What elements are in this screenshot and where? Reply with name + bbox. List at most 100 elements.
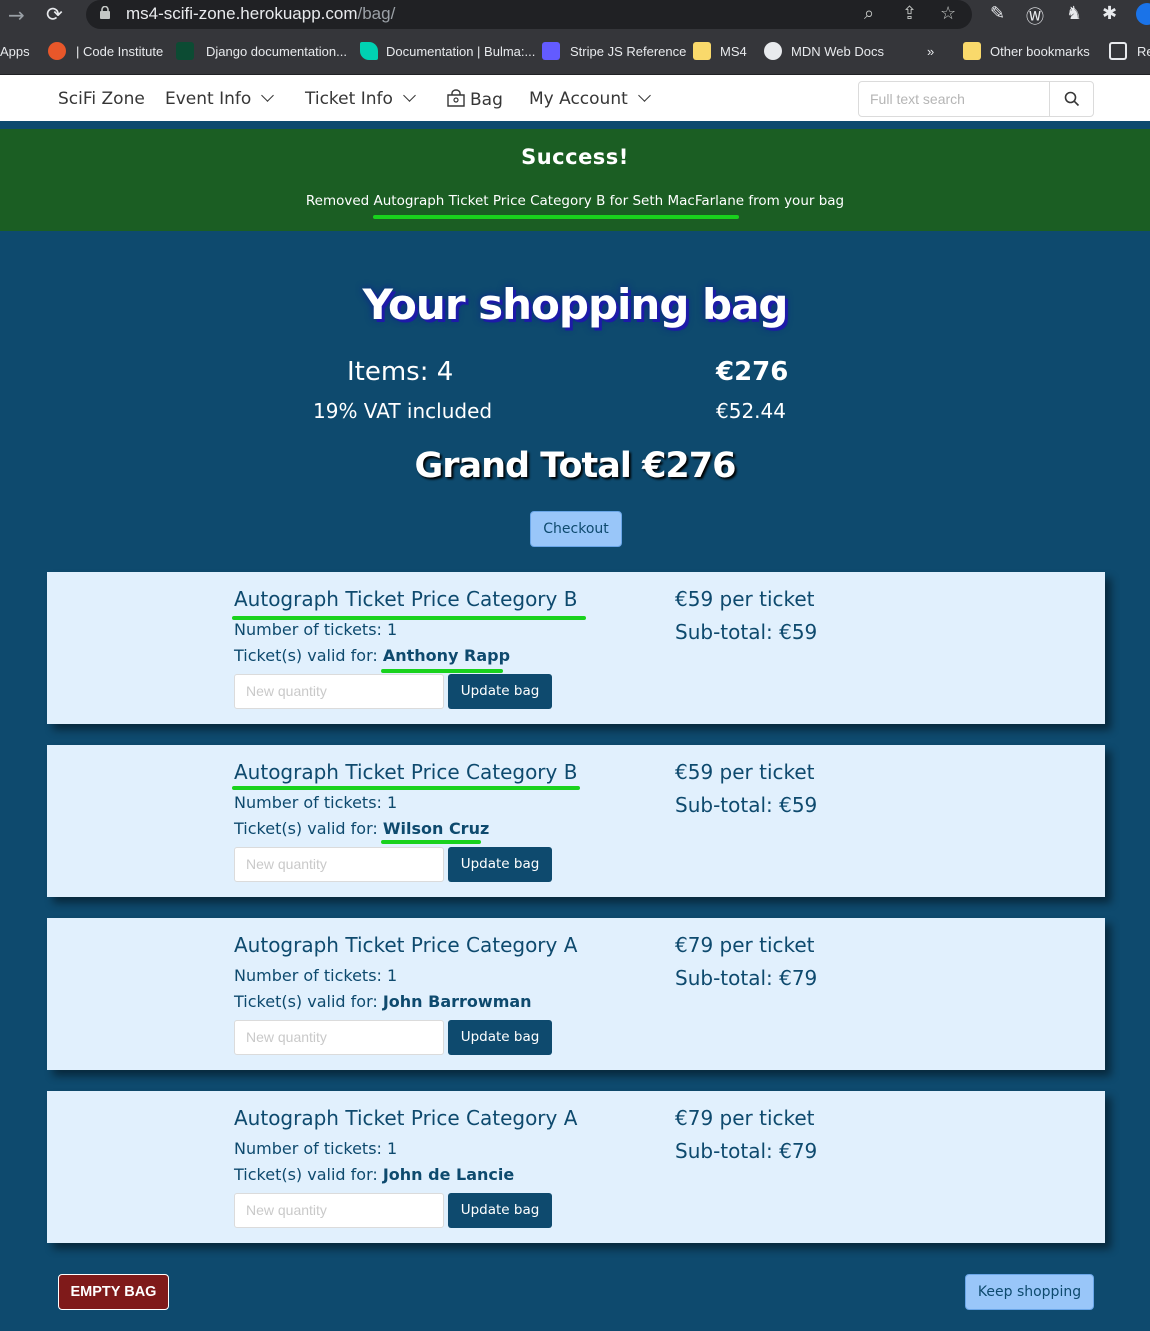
share-icon[interactable]: ⇪ bbox=[902, 3, 917, 24]
valid-for-label: Ticket(s) valid for: bbox=[234, 992, 383, 1011]
item-price-per-ticket: €59 per ticket bbox=[675, 587, 815, 611]
item-subtotal: Sub-total: €79 bbox=[675, 1139, 818, 1163]
nav-my-account[interactable]: My Account bbox=[529, 89, 651, 109]
item-valid-for: Ticket(s) valid for: John Barrowman bbox=[234, 992, 532, 1011]
update-bag-button[interactable]: Update bag bbox=[448, 1020, 552, 1055]
search-input[interactable]: Full text search bbox=[858, 81, 1050, 117]
bag-item-card: Autograph Ticket Price Category A Number… bbox=[47, 1091, 1105, 1243]
page-title: Your shopping bag bbox=[362, 280, 789, 329]
highlight-underline bbox=[381, 840, 481, 844]
bookmark-django[interactable]: Django documentation... bbox=[206, 44, 347, 59]
valid-for-name: Anthony Rapp bbox=[382, 646, 511, 665]
django-icon bbox=[176, 42, 194, 60]
bag-item-card: Autograph Ticket Price Category B Number… bbox=[47, 572, 1105, 724]
vat-label: 19% VAT included bbox=[313, 399, 493, 423]
update-bag-button[interactable]: Update bag bbox=[448, 1193, 552, 1228]
item-price-per-ticket: €59 per ticket bbox=[675, 760, 815, 784]
item-ticket-count: Number of tickets: 1 bbox=[234, 966, 398, 985]
profile-avatar[interactable] bbox=[1136, 3, 1150, 25]
highlight-underline bbox=[381, 669, 503, 673]
item-valid-for: Ticket(s) valid for: John de Lancie bbox=[234, 1165, 514, 1184]
item-price-per-ticket: €79 per ticket bbox=[675, 1106, 815, 1130]
reload-icon[interactable]: ⟳ bbox=[46, 2, 63, 26]
lock-icon bbox=[100, 6, 110, 19]
item-title: Autograph Ticket Price Category A bbox=[234, 933, 578, 957]
browser-toolbar: → ⟳ ms4-scifi-zone.herokuapp.com/bag/ ⌕ … bbox=[0, 0, 1150, 30]
chevron-down-icon bbox=[403, 89, 416, 102]
checkout-button[interactable]: Checkout bbox=[530, 511, 622, 547]
chevron-down-icon bbox=[261, 89, 275, 102]
valid-for-name: John Barrowman bbox=[382, 992, 532, 1011]
bookmark-other[interactable]: Other bookmarks bbox=[990, 44, 1090, 59]
vat-amount: €52.44 bbox=[716, 399, 786, 423]
extension-w-icon[interactable]: Ⓦ bbox=[1026, 3, 1044, 29]
quantity-input[interactable]: New quantity bbox=[234, 847, 444, 882]
zoom-icon[interactable]: ⌕ bbox=[864, 3, 874, 24]
item-title: Autograph Ticket Price Category B bbox=[234, 760, 578, 784]
url-host: ms4-scifi-zone.herokuapp.com bbox=[126, 4, 358, 23]
url-text: ms4-scifi-zone.herokuapp.com/bag/ bbox=[126, 4, 395, 24]
nav-bag-label: Bag bbox=[470, 90, 503, 110]
search-button[interactable] bbox=[1049, 81, 1094, 117]
code-institute-icon bbox=[48, 42, 66, 60]
extension-unicorn-icon[interactable]: ♞ bbox=[1066, 3, 1082, 24]
items-count: Items: 4 bbox=[347, 357, 454, 387]
shopping-bag-icon bbox=[447, 89, 465, 107]
bookmark-bulma[interactable]: Documentation | Bulma:... bbox=[386, 44, 535, 59]
highlight-underline bbox=[232, 786, 580, 790]
address-bar[interactable]: ms4-scifi-zone.herokuapp.com/bag/ ⌕ ⇪ ☆ bbox=[86, 0, 972, 29]
update-bag-button[interactable]: Update bag bbox=[448, 847, 552, 882]
highlight-underline bbox=[373, 215, 739, 219]
quantity-input[interactable]: New quantity bbox=[234, 1193, 444, 1228]
valid-for-name: Wilson Cruz bbox=[382, 819, 490, 838]
nav-event-info-label: Event Info bbox=[165, 89, 252, 109]
valid-for-name: John de Lancie bbox=[382, 1165, 515, 1184]
url-path: /bag/ bbox=[357, 4, 396, 23]
banner-message: Removed Autograph Ticket Price Category … bbox=[305, 193, 845, 209]
bag-item-card: Autograph Ticket Price Category B Number… bbox=[47, 745, 1105, 897]
folder-icon bbox=[693, 42, 711, 60]
extensions-puzzle-icon[interactable]: ✱ bbox=[1102, 3, 1117, 24]
search-icon bbox=[1064, 91, 1080, 107]
bulma-icon bbox=[360, 42, 378, 60]
item-subtotal: Sub-total: €59 bbox=[675, 793, 818, 817]
bookmark-apps[interactable]: Apps bbox=[0, 44, 30, 59]
banner-title: Success! bbox=[521, 145, 629, 169]
chevron-down-icon bbox=[637, 89, 651, 102]
bookmark-code-institute[interactable]: | Code Institute bbox=[76, 44, 163, 59]
nav-event-info[interactable]: Event Info bbox=[165, 89, 275, 109]
item-ticket-count: Number of tickets: 1 bbox=[234, 620, 398, 639]
bookmark-ms4[interactable]: MS4 bbox=[720, 44, 747, 59]
item-valid-for: Ticket(s) valid for: Anthony Rapp bbox=[234, 646, 510, 665]
success-banner: Success! Removed Autograph Ticket Price … bbox=[0, 129, 1150, 231]
forward-icon[interactable]: → bbox=[8, 3, 25, 27]
nav-bag[interactable]: Bag bbox=[446, 89, 503, 110]
item-valid-for: Ticket(s) valid for: Wilson Cruz bbox=[234, 819, 489, 838]
extension-eyedropper-icon[interactable]: ✎ bbox=[990, 3, 1005, 24]
bookmark-mdn[interactable]: MDN Web Docs bbox=[791, 44, 884, 59]
valid-for-label: Ticket(s) valid for: bbox=[234, 819, 383, 838]
quantity-input[interactable]: New quantity bbox=[234, 674, 444, 709]
bookmarks-overflow[interactable]: » bbox=[927, 44, 934, 59]
valid-for-label: Ticket(s) valid for: bbox=[234, 646, 383, 665]
star-icon[interactable]: ☆ bbox=[940, 3, 956, 24]
reading-list-icon bbox=[1109, 42, 1127, 60]
globe-icon bbox=[764, 42, 782, 60]
folder-icon bbox=[963, 42, 981, 60]
empty-bag-button[interactable]: EMPTY BAG bbox=[58, 1274, 169, 1310]
item-title: Autograph Ticket Price Category B bbox=[234, 587, 578, 611]
bookmark-stripe[interactable]: Stripe JS Reference bbox=[570, 44, 686, 59]
update-bag-button[interactable]: Update bag bbox=[448, 674, 552, 709]
bookmark-reading-list[interactable]: Re bbox=[1137, 44, 1150, 59]
grand-total: Grand Total €276 bbox=[414, 446, 737, 486]
bookmarks-bar: Apps | Code Institute Django documentati… bbox=[0, 30, 1150, 75]
keep-shopping-button[interactable]: Keep shopping bbox=[965, 1274, 1094, 1310]
nav-my-account-label: My Account bbox=[529, 89, 628, 109]
item-ticket-count: Number of tickets: 1 bbox=[234, 793, 398, 812]
nav-ticket-info[interactable]: Ticket Info bbox=[305, 89, 416, 109]
brand-link[interactable]: SciFi Zone bbox=[58, 89, 145, 109]
item-subtotal: Sub-total: €59 bbox=[675, 620, 818, 644]
site-navbar: SciFi Zone Event Info Ticket Info Bag My… bbox=[0, 75, 1150, 125]
bag-item-card: Autograph Ticket Price Category A Number… bbox=[47, 918, 1105, 1070]
quantity-input[interactable]: New quantity bbox=[234, 1020, 444, 1055]
